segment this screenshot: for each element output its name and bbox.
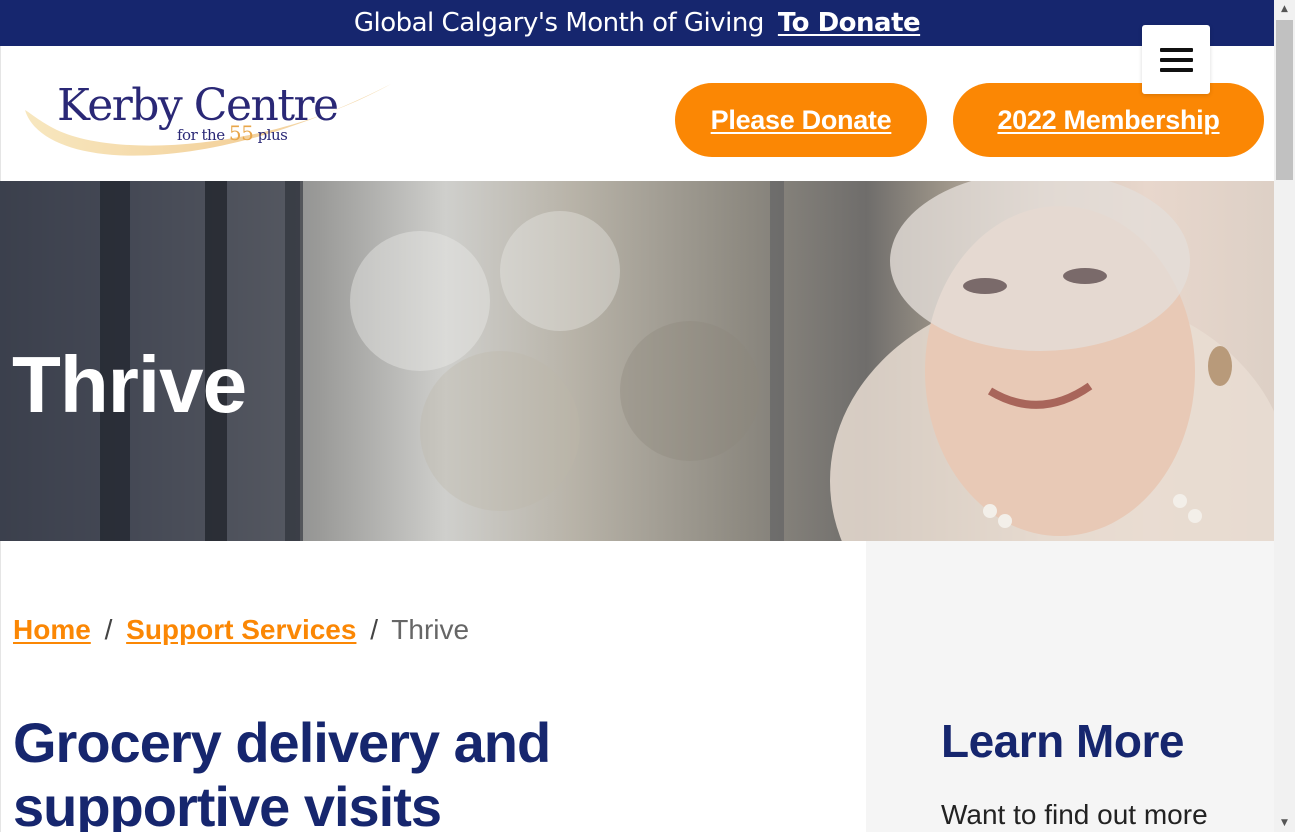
menu-icon-bar <box>1159 47 1193 52</box>
page-headline: Grocery delivery and supportive visits <box>13 711 551 832</box>
main-content: Home / Support Services / Thrive Grocery… <box>0 541 866 832</box>
hero-banner: Thrive <box>0 181 1274 541</box>
breadcrumb-support-services-link[interactable]: Support Services <box>126 614 356 645</box>
breadcrumb-separator: / <box>104 614 113 645</box>
breadcrumb-home-link[interactable]: Home <box>13 614 91 645</box>
to-donate-link[interactable]: To Donate <box>778 8 921 38</box>
page-scrollbar[interactable]: ▲ ▼ <box>1274 0 1295 832</box>
logo-tagline: for the 55 plus <box>177 121 288 145</box>
announcement-text: Global Calgary's Month of Giving <box>353 8 765 38</box>
menu-icon-bar <box>1159 57 1193 62</box>
kerby-centre-logo[interactable]: Kerby Centre for the 55 plus <box>23 80 393 170</box>
breadcrumb: Home / Support Services / Thrive <box>13 614 469 646</box>
menu-icon-bar <box>1159 67 1193 72</box>
hero-title: Thrive <box>12 340 247 429</box>
breadcrumb-separator: / <box>370 614 379 645</box>
learn-more-title: Learn More <box>941 715 1184 767</box>
site-header: Kerby Centre for the 55 plus Please Dona… <box>0 46 1274 181</box>
announcement-bar: Global Calgary's Month of Giving To Dona… <box>0 0 1274 46</box>
please-donate-button[interactable]: Please Donate <box>675 83 927 157</box>
membership-button[interactable]: 2022 Membership <box>953 83 1264 157</box>
scrollbar-thumb[interactable] <box>1276 20 1293 180</box>
breadcrumb-current: Thrive <box>391 614 470 645</box>
scroll-up-arrow-icon[interactable]: ▲ <box>1274 0 1295 18</box>
scroll-down-arrow-icon[interactable]: ▼ <box>1274 814 1295 832</box>
learn-more-text: Want to find out more <box>941 799 1208 830</box>
learn-more-sidebar: Learn More Want to find out more <box>866 541 1274 832</box>
hamburger-menu-button[interactable] <box>1142 25 1210 94</box>
